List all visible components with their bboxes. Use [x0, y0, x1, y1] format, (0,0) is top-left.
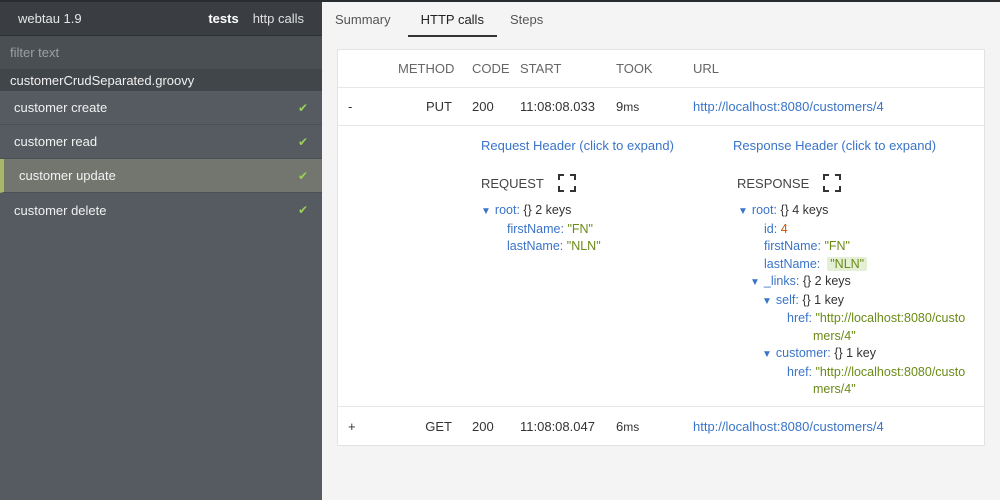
test-item-customer-delete[interactable]: customer delete ✔: [0, 193, 322, 227]
request-column: Request Header (click to expand) REQUEST…: [481, 138, 721, 256]
tab-summary[interactable]: Summary: [322, 12, 404, 37]
url-link[interactable]: http://localhost:8080/customers/4: [693, 99, 984, 114]
request-section-title: REQUEST: [481, 172, 721, 194]
json-value: "NLN": [566, 239, 601, 253]
collapse-triangle-icon[interactable]: ▼: [481, 206, 491, 217]
json-meta: {} 1 key: [802, 292, 845, 307]
fullscreen-icon[interactable]: [823, 174, 842, 192]
tab-http-calls-main[interactable]: HTTP calls: [407, 12, 497, 37]
json-key: customer:: [775, 346, 831, 360]
table-row[interactable]: + GET 200 11:08:08.047 6ms http://localh…: [338, 407, 984, 445]
column-header-code: CODE: [472, 61, 510, 76]
collapse-toggle[interactable]: -: [338, 99, 398, 114]
json-meta: {} 2 keys: [802, 274, 851, 288]
check-icon: ✔: [297, 203, 308, 217]
took-unit: ms: [623, 419, 640, 434]
json-value: mers/4": [813, 328, 856, 343]
url-link[interactable]: http://localhost:8080/customers/4: [693, 419, 984, 434]
json-meta: {} 4 keys: [780, 203, 829, 217]
method-cell: GET: [425, 418, 452, 434]
fullscreen-icon[interactable]: [557, 174, 576, 192]
app-title: webtau 1.9: [18, 11, 82, 26]
expand-toggle[interactable]: +: [338, 419, 398, 434]
json-key: root:: [494, 203, 520, 217]
main-panel: Summary HTTP calls Steps METHOD CODE STA…: [322, 0, 1000, 500]
json-value: "http://localhost:8080/custo: [815, 311, 966, 325]
test-label: customer delete: [14, 202, 107, 218]
tab-http-calls[interactable]: http calls: [253, 11, 304, 26]
code-cell: 200: [472, 99, 494, 114]
request-title: REQUEST: [481, 175, 544, 191]
took-cell: 6ms: [616, 419, 693, 434]
collapse-triangle-icon[interactable]: ▼: [762, 296, 772, 307]
json-value: "FN": [567, 221, 593, 236]
tab-steps[interactable]: Steps: [497, 12, 556, 37]
response-section-title: RESPONSE: [737, 172, 983, 194]
test-item-customer-create[interactable]: customer create ✔: [0, 91, 322, 125]
column-header-url: URL: [693, 61, 720, 76]
test-item-customer-read[interactable]: customer read ✔: [0, 125, 322, 159]
request-header-link[interactable]: Request Header (click to expand): [481, 138, 721, 162]
collapse-triangle-icon[interactable]: ▼: [750, 277, 760, 288]
filter-input[interactable]: [10, 45, 312, 60]
json-key: _links:: [763, 274, 800, 288]
tab-tests[interactable]: tests: [208, 11, 238, 26]
took-cell: 9ms: [616, 99, 693, 114]
json-key: id:: [764, 221, 778, 236]
request-json-tree: ▼ root: {} 2 keys firstName: "FN" lastNam…: [481, 202, 721, 256]
json-key: firstName:: [507, 221, 564, 236]
test-item-customer-update[interactable]: customer update ✔: [0, 159, 322, 193]
json-key: lastName:: [764, 256, 821, 271]
took-unit: ms: [623, 100, 640, 114]
test-group-title: customerCrudSeparated.groovy: [0, 69, 322, 91]
json-value: 4: [780, 221, 788, 236]
json-key: self:: [775, 292, 799, 307]
method-cell: PUT: [426, 99, 452, 114]
collapse-triangle-icon[interactable]: ▼: [762, 349, 772, 360]
column-header-method: METHOD: [398, 61, 455, 76]
code-cell: 200: [472, 418, 494, 434]
json-value: "http://localhost:8080/custo: [815, 364, 966, 379]
table-row[interactable]: - PUT 200 11:08:08.033 9ms http://localh…: [338, 88, 984, 126]
http-calls-table: METHOD CODE START TOOK URL - PUT 200 11:…: [337, 49, 985, 446]
test-label: customer update: [19, 168, 116, 183]
response-json-tree: ▼ root: {} 4 keys id: 4 firstName: "FN" l…: [738, 202, 983, 399]
json-value: mers/4": [813, 382, 856, 396]
collapse-triangle-icon[interactable]: ▼: [738, 206, 748, 217]
json-value-highlighted: "NLN": [827, 256, 868, 271]
json-key: href:: [787, 364, 813, 379]
filter-bar: [0, 35, 322, 69]
response-header-link[interactable]: Response Header (click to expand): [733, 138, 983, 162]
json-key: root:: [751, 203, 777, 217]
check-icon: ✔: [297, 168, 308, 183]
json-value: "FN": [824, 239, 850, 253]
response-column: Response Header (click to expand) RESPON…: [733, 138, 983, 399]
sidebar: webtau 1.9 tests http calls customerCrud…: [0, 0, 322, 500]
test-label: customer create: [14, 100, 108, 115]
main-tabs: Summary HTTP calls Steps: [322, 0, 1000, 37]
test-label: customer read: [14, 134, 98, 149]
column-header-took: TOOK: [616, 61, 653, 76]
json-meta: {} 2 keys: [523, 203, 572, 217]
table-header: METHOD CODE START TOOK URL: [338, 50, 984, 88]
response-title: RESPONSE: [737, 175, 810, 191]
json-meta: {} 1 key: [834, 346, 876, 360]
start-cell: 11:08:08.047: [520, 418, 595, 434]
top-bar: webtau 1.9 tests http calls: [0, 2, 322, 35]
check-icon: ✔: [297, 100, 308, 115]
call-details: Request Header (click to expand) REQUEST…: [338, 126, 984, 407]
json-key: href:: [787, 311, 813, 325]
start-cell: 11:08:08.033: [520, 99, 595, 114]
column-header-start: START: [520, 61, 562, 76]
json-key: firstName:: [764, 239, 821, 253]
check-icon: ✔: [297, 134, 308, 149]
json-key: lastName:: [507, 239, 564, 253]
